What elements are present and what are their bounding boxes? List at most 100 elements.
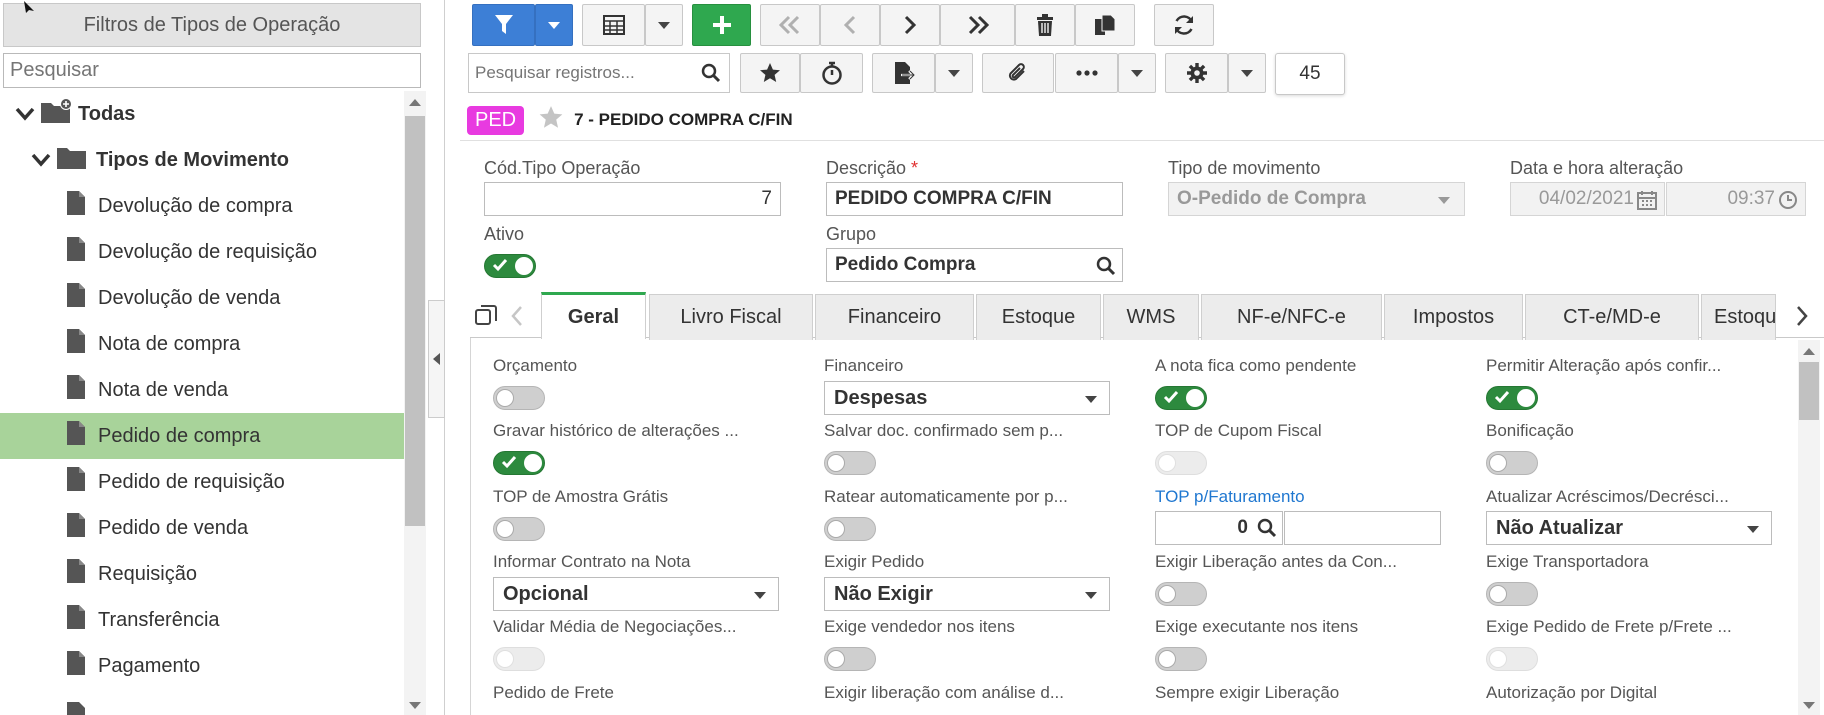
tab[interactable]: Estoqu [1701, 294, 1776, 340]
tree-item[interactable]: Nota de compra [0, 321, 404, 367]
scroll-down-arrow[interactable] [409, 702, 421, 709]
informar-contrato-select[interactable]: Opcional [493, 577, 779, 611]
export-button[interactable] [872, 53, 935, 93]
tree-item[interactable]: Pagamento [0, 643, 404, 689]
search-icon[interactable] [1257, 518, 1277, 544]
exige-vendedor-toggle[interactable] [824, 647, 876, 671]
tab[interactable]: CT-e/MD-e [1525, 294, 1699, 340]
favorite-star-icon[interactable] [538, 105, 564, 135]
cod-tipo-operacao-input[interactable]: 7 [484, 182, 781, 216]
tabs-scroll-left-icon[interactable] [510, 305, 524, 332]
tree-item[interactable]: Requisição [0, 551, 404, 597]
grid-view-button[interactable] [582, 4, 645, 46]
collapse-panel-button[interactable] [428, 300, 445, 418]
toggle-knob [1517, 389, 1535, 407]
financeiro-select[interactable]: Despesas [824, 381, 1110, 415]
scroll-down-arrow[interactable] [1803, 702, 1815, 709]
duplicate-button[interactable] [1075, 4, 1135, 46]
filter-search-input[interactable] [3, 53, 421, 88]
delete-button[interactable] [1015, 4, 1075, 46]
salvar-doc-toggle[interactable] [824, 451, 876, 475]
document-icon [66, 466, 86, 498]
favorites-button[interactable] [740, 53, 800, 93]
descricao-input[interactable]: PEDIDO COMPRA C/FIN [826, 182, 1123, 216]
settings-button[interactable] [1165, 53, 1228, 93]
atualizar-acrescimos-select[interactable]: Não Atualizar [1486, 511, 1772, 545]
tree-node-tipos-movimento[interactable]: Tipos de Movimento [0, 137, 404, 183]
tabs-scroll-right-icon[interactable] [1795, 305, 1809, 332]
tree-label-tipos-movimento: Tipos de Movimento [96, 148, 289, 171]
grupo-input[interactable]: Pedido Compra [826, 248, 1123, 282]
top-amostra-toggle[interactable] [493, 517, 545, 541]
ativo-toggle[interactable] [484, 254, 536, 278]
filter-button[interactable] [472, 4, 535, 46]
search-icon[interactable] [701, 63, 721, 88]
refresh-button[interactable] [1154, 4, 1214, 46]
tree-item[interactable]: Nota de venda [0, 367, 404, 413]
scroll-up-arrow[interactable] [1803, 348, 1815, 355]
more-dropdown-button[interactable] [1118, 53, 1156, 93]
tab[interactable]: Livro Fiscal [649, 294, 813, 340]
tree-node-todas[interactable]: Todas [0, 91, 404, 137]
top-faturamento-link[interactable]: TOP p/Faturamento [1155, 487, 1305, 507]
next-record-button[interactable] [880, 4, 940, 46]
tree-item[interactable]: Pedido de requisição [0, 459, 404, 505]
content-scrollbar[interactable] [1798, 340, 1820, 715]
add-record-button[interactable] [692, 4, 751, 46]
exigir-liberacao-label: Exigir Liberação antes da Con... [1155, 552, 1397, 571]
attach-button[interactable] [982, 53, 1054, 93]
tree-item[interactable]: Transferência [0, 597, 404, 643]
export-dropdown-button[interactable] [935, 53, 973, 93]
caret-down-icon [548, 21, 560, 29]
tab[interactable]: NF-e/NFC-e [1201, 294, 1382, 340]
exige-executante-toggle[interactable] [1155, 647, 1207, 671]
grid-dropdown-button[interactable] [645, 4, 683, 46]
timer-button[interactable] [800, 53, 863, 93]
first-record-button[interactable] [760, 4, 820, 46]
toggle-knob [496, 650, 514, 668]
scroll-up-arrow[interactable] [409, 99, 421, 106]
nota-pendente-toggle[interactable] [1155, 386, 1207, 410]
exigir-pedido-value: Não Exigir [834, 582, 933, 605]
copy-tabs-icon[interactable] [475, 303, 499, 332]
tree-item[interactable]: Pedido de venda [0, 505, 404, 551]
prev-record-button[interactable] [820, 4, 880, 46]
caret-down-icon [1131, 69, 1143, 77]
exige-transportadora-toggle[interactable] [1486, 582, 1538, 606]
ratear-toggle[interactable] [824, 517, 876, 541]
tree-item[interactable]: Pedido de compra [0, 413, 404, 459]
tab[interactable]: WMS [1103, 294, 1199, 340]
record-search-input[interactable] [469, 54, 689, 92]
chevron-down-icon[interactable] [14, 103, 36, 125]
validar-media-toggle [493, 647, 545, 671]
toggle-knob [827, 454, 845, 472]
tree-scrollbar[interactable] [404, 91, 426, 715]
top-faturamento-code-input[interactable]: 0 [1155, 511, 1283, 545]
exigir-pedido-select[interactable]: Não Exigir [824, 577, 1110, 611]
tab[interactable]: Impostos [1384, 294, 1523, 340]
chevron-down-icon[interactable] [30, 149, 52, 171]
tab[interactable]: Financeiro [815, 294, 974, 340]
filter-dropdown-button[interactable] [535, 4, 573, 46]
gravar-historico-toggle[interactable] [493, 451, 545, 475]
tree-item[interactable]: Devolução de venda [0, 275, 404, 321]
tree-item[interactable]: Devolução de requisição [0, 229, 404, 275]
search-icon[interactable] [1096, 256, 1116, 282]
last-record-button[interactable] [940, 4, 1015, 46]
top-faturamento-desc-input[interactable] [1284, 511, 1441, 545]
settings-dropdown-button[interactable] [1228, 53, 1266, 93]
financeiro-value: Despesas [834, 386, 928, 409]
scrollbar-thumb[interactable] [405, 116, 425, 526]
document-icon [66, 558, 86, 590]
tree-item[interactable]: Devolução de compra [0, 183, 404, 229]
caret-down-icon [1241, 69, 1253, 77]
tab[interactable]: Geral [541, 292, 646, 339]
autorizacao-digital-label: Autorização por Digital [1486, 683, 1658, 702]
more-actions-button[interactable] [1055, 53, 1118, 93]
tab[interactable]: Estoque [976, 294, 1101, 340]
permitir-alteracao-toggle[interactable] [1486, 386, 1538, 410]
exigir-liberacao-toggle[interactable] [1155, 582, 1207, 606]
scrollbar-thumb[interactable] [1799, 362, 1819, 420]
orcamento-toggle[interactable] [493, 386, 545, 410]
bonificacao-toggle[interactable] [1486, 451, 1538, 475]
